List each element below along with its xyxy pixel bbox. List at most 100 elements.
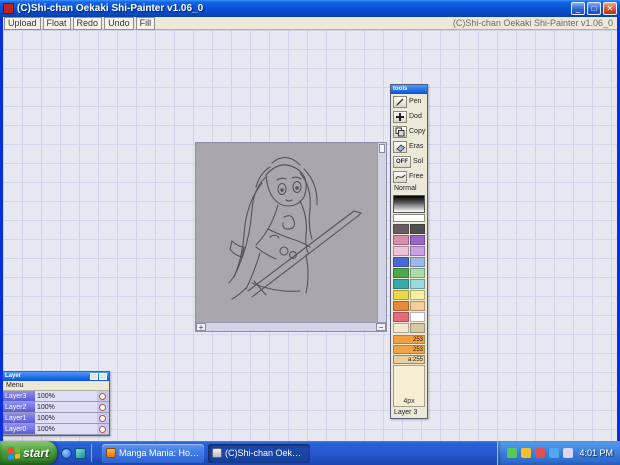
fill-button[interactable]: Fill: [135, 16, 156, 30]
tool-label: Dod: [409, 113, 422, 120]
panel-close-icon[interactable]: [99, 373, 107, 380]
tool-eraser[interactable]: Eras: [391, 139, 427, 154]
copy-icon: [393, 125, 407, 138]
task-button-manga-mania[interactable]: Manga Mania: How to...: [102, 443, 204, 463]
color-swatch[interactable]: [393, 246, 409, 256]
tool-label: Pen: [409, 98, 422, 105]
window-titlebar: (C)Shi-chan Oekaki Shi-Painter v1.06_0 _…: [0, 0, 620, 17]
color-swatch[interactable]: [409, 290, 425, 300]
start-button[interactable]: start: [0, 441, 57, 465]
color-value-slider[interactable]: 253: [393, 345, 425, 354]
color-swatch[interactable]: [409, 224, 425, 234]
color-swatch[interactable]: [393, 224, 409, 234]
sketch-drawing: [228, 156, 363, 300]
tray-icon-5[interactable]: [563, 448, 574, 458]
layer-opacity[interactable]: 100%: [35, 402, 97, 412]
layer-row[interactable]: Layer0 100%: [3, 424, 109, 435]
panel-minimize-icon[interactable]: [90, 373, 98, 380]
taskbar-divider: [91, 444, 92, 462]
tool-label: Sol: [413, 158, 424, 165]
layer-select-radio[interactable]: [99, 393, 106, 400]
layer-opacity[interactable]: 100%: [35, 413, 97, 423]
color-swatch[interactable]: [393, 290, 409, 300]
color-swatch[interactable]: [393, 257, 409, 267]
layer-opacity[interactable]: 100%: [35, 391, 97, 401]
scrollbar-thumb[interactable]: [379, 144, 385, 153]
color-swatch[interactable]: [409, 268, 425, 278]
canvas-horizontal-scrollbar[interactable]: + −: [196, 322, 386, 332]
color-swatch[interactable]: [409, 323, 425, 333]
color-swatch[interactable]: [393, 301, 409, 311]
color-swatch[interactable]: [409, 257, 425, 267]
task-label: Manga Mania: How to...: [119, 448, 200, 458]
layer-name[interactable]: Layer0: [3, 424, 35, 434]
windows-flag-icon: [7, 446, 20, 460]
zoom-in-button[interactable]: +: [196, 323, 206, 332]
undo-button[interactable]: Undo: [104, 16, 134, 30]
float-button[interactable]: Float: [42, 16, 71, 30]
task-button-shi-painter[interactable]: (C)Shi-chan Oekaki S...: [208, 443, 310, 463]
color-swatch[interactable]: [409, 235, 425, 245]
layer-opacity[interactable]: 100%: [35, 424, 97, 434]
taskbar-clock: 4:01 PM: [579, 448, 613, 458]
brush-size-label: 4px: [403, 398, 415, 405]
layer-select-radio[interactable]: [99, 415, 106, 422]
tool-label: Copy: [409, 128, 426, 135]
layer-name[interactable]: Layer1: [3, 413, 35, 423]
tray-icon-2[interactable]: [521, 448, 532, 458]
color-swatch[interactable]: [393, 268, 409, 278]
tool-label: Free: [409, 173, 424, 180]
brush-size-preview[interactable]: 4px: [393, 365, 425, 407]
layer-name[interactable]: Layer3: [3, 391, 35, 401]
canvas-vertical-scrollbar[interactable]: [377, 143, 386, 322]
background-color-swatch[interactable]: [393, 214, 425, 222]
tool-solid[interactable]: OFF Sol: [391, 154, 427, 169]
tone-gradient-selector[interactable]: [393, 195, 425, 213]
upload-button[interactable]: Upload: [4, 16, 41, 30]
browser-icon[interactable]: [61, 447, 72, 459]
tools-palette-title: tools: [393, 86, 408, 92]
tray-icon-4[interactable]: [549, 448, 560, 458]
layer-select-radio[interactable]: [99, 426, 106, 433]
layers-menu-button[interactable]: Menu: [3, 381, 109, 391]
tool-copy[interactable]: Copy: [391, 124, 427, 139]
color-swatch[interactable]: [409, 312, 425, 322]
tray-icon-1[interactable]: [507, 448, 518, 458]
color-value-slider[interactable]: 253: [393, 335, 425, 344]
color-swatch[interactable]: [409, 279, 425, 289]
close-button[interactable]: ✕: [603, 2, 617, 15]
tool-dodge[interactable]: Dod: [391, 109, 427, 124]
blend-mode-label[interactable]: Normal: [391, 184, 427, 194]
color-swatch[interactable]: [393, 312, 409, 322]
layers-panel-title: Layer: [5, 373, 22, 379]
color-swatch[interactable]: [393, 235, 409, 245]
workspace: + − tools Pen Dod Copy Eras OFF Sol Free…: [3, 30, 617, 441]
color-swatch[interactable]: [393, 323, 409, 333]
drawing-canvas[interactable]: [196, 143, 377, 322]
zoom-out-button[interactable]: −: [376, 323, 386, 332]
layer-row[interactable]: Layer1 100%: [3, 413, 109, 424]
layer-select-radio[interactable]: [99, 404, 106, 411]
color-swatch[interactable]: [409, 246, 425, 256]
off-toggle-button[interactable]: OFF: [393, 155, 411, 168]
tools-palette: tools Pen Dod Copy Eras OFF Sol Free Nor…: [390, 84, 428, 419]
layers-panel-titlebar[interactable]: Layer: [3, 372, 109, 381]
screen: (C)Shi-chan Oekaki Shi-Painter v1.06_0 _…: [0, 0, 620, 465]
tool-freehand[interactable]: Free: [391, 169, 427, 184]
tools-palette-titlebar[interactable]: tools: [391, 85, 427, 94]
layer-name[interactable]: Layer2: [3, 402, 35, 412]
tray-icon-3[interactable]: [535, 448, 546, 458]
tool-pen[interactable]: Pen: [391, 94, 427, 109]
show-desktop-icon[interactable]: [75, 447, 86, 459]
alpha-slider[interactable]: a:255: [393, 355, 425, 364]
drawing-canvas-window: + −: [195, 142, 387, 332]
minimize-button[interactable]: _: [571, 2, 585, 15]
maximize-button[interactable]: □: [587, 2, 601, 15]
redo-button[interactable]: Redo: [72, 16, 103, 30]
color-swatch[interactable]: [409, 301, 425, 311]
tool-label: Eras: [409, 143, 424, 150]
color-swatch[interactable]: [393, 279, 409, 289]
layer-row[interactable]: Layer3 100%: [3, 391, 109, 402]
layer-row[interactable]: Layer2 100%: [3, 402, 109, 413]
system-tray: 4:01 PM: [497, 441, 620, 465]
